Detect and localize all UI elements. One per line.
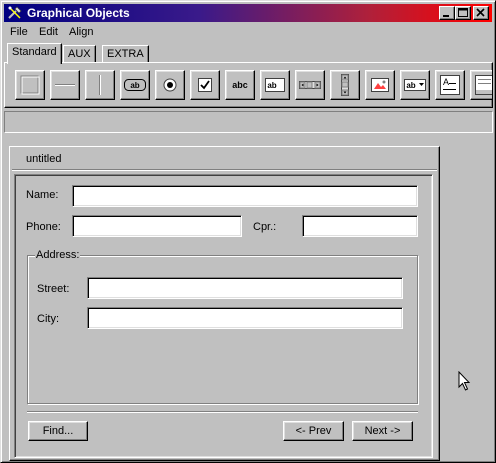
horizontal-line-tool-icon <box>55 84 75 86</box>
name-field[interactable] <box>72 185 418 207</box>
text-field-tool[interactable]: ab <box>260 70 290 100</box>
city-field[interactable] <box>87 307 403 329</box>
address-group: Address: Street: City: <box>27 249 418 404</box>
prev-button[interactable]: <- Prev <box>283 421 344 441</box>
text-field-tool-text: ab <box>267 81 276 90</box>
picture-tool-icon <box>371 78 389 92</box>
name-label: Name: <box>26 189 59 201</box>
document-window: untitled Name: Phone: Cpr.: Address: Str… <box>9 146 440 461</box>
window-title: Graphical Objects <box>27 6 130 20</box>
static-text-tool-icon: abc <box>232 80 248 90</box>
static-text-tool[interactable]: abc <box>225 70 255 100</box>
street-field[interactable] <box>87 277 403 299</box>
list-view-tool-icon <box>475 75 492 95</box>
minimize-icon <box>443 15 449 17</box>
close-icon <box>476 8 485 17</box>
address-group-label: Address: <box>35 249 81 261</box>
menu-align[interactable]: Align <box>69 26 93 38</box>
checkbox-tool[interactable] <box>190 70 220 100</box>
form-divider <box>27 411 418 413</box>
status-bar <box>4 111 493 133</box>
document-tab-divider <box>12 169 437 171</box>
tab-aux[interactable]: AUX <box>63 45 96 63</box>
phone-label: Phone: <box>26 221 61 233</box>
menu-file[interactable]: File <box>10 26 28 38</box>
phone-field[interactable] <box>72 215 242 237</box>
button-tool-text: ab <box>130 81 139 90</box>
combo-box-tool-icon: ab <box>404 79 426 91</box>
button-tool-icon: ab <box>124 79 146 91</box>
picture-tool[interactable] <box>365 70 395 100</box>
button-tool[interactable]: ab <box>120 70 150 100</box>
minimize-button[interactable] <box>439 6 455 20</box>
list-view-tool[interactable] <box>470 70 492 100</box>
document-tab[interactable]: untitled <box>26 153 61 165</box>
vertical-scrollbar-tool[interactable] <box>330 70 360 100</box>
form-canvas[interactable]: Name: Phone: Cpr.: Address: Street: City… <box>14 174 433 458</box>
memo-tool[interactable]: A <box>435 70 465 100</box>
tab-extra[interactable]: EXTRA <box>102 45 149 63</box>
rectangle-tool[interactable] <box>15 70 45 100</box>
combo-box-tool[interactable]: ab <box>400 70 430 100</box>
horizontal-line-tool[interactable] <box>50 70 80 100</box>
street-label: Street: <box>37 283 70 295</box>
close-button[interactable] <box>473 6 489 20</box>
tab-standard[interactable]: Standard <box>7 43 62 64</box>
menu-edit[interactable]: Edit <box>39 26 58 38</box>
vertical-line-tool-icon <box>99 75 101 95</box>
find-button[interactable]: Find... <box>28 421 88 441</box>
object-palette: ab abc ab ab A <box>4 62 493 108</box>
combo-box-tool-text: ab <box>406 81 415 90</box>
mouse-pointer-icon <box>458 371 471 391</box>
vertical-line-tool[interactable] <box>85 70 115 100</box>
next-button[interactable]: Next -> <box>352 421 413 441</box>
horizontal-scrollbar-tool[interactable] <box>295 70 325 100</box>
memo-tool-text: A <box>443 77 449 87</box>
rectangle-tool-icon <box>20 75 40 95</box>
cpr-label: Cpr.: <box>253 221 277 233</box>
vertical-scrollbar-tool-icon <box>341 74 349 96</box>
tools-icon[interactable] <box>7 5 23 21</box>
text-field-tool-icon: ab <box>265 78 285 92</box>
city-label: City: <box>37 313 59 325</box>
maximize-button[interactable] <box>455 6 471 20</box>
horizontal-scrollbar-tool-icon <box>299 81 321 89</box>
memo-tool-icon: A <box>440 75 460 95</box>
title-bar[interactable]: Graphical Objects <box>4 4 492 22</box>
static-text-tool-text: abc <box>232 80 248 90</box>
radio-button-tool-icon <box>163 78 177 92</box>
checkbox-tool-icon <box>198 78 212 92</box>
cpr-field[interactable] <box>302 215 418 237</box>
main-window: Graphical Objects File Edit Align Standa… <box>0 0 496 463</box>
radio-button-tool[interactable] <box>155 70 185 100</box>
maximize-icon <box>458 8 468 17</box>
